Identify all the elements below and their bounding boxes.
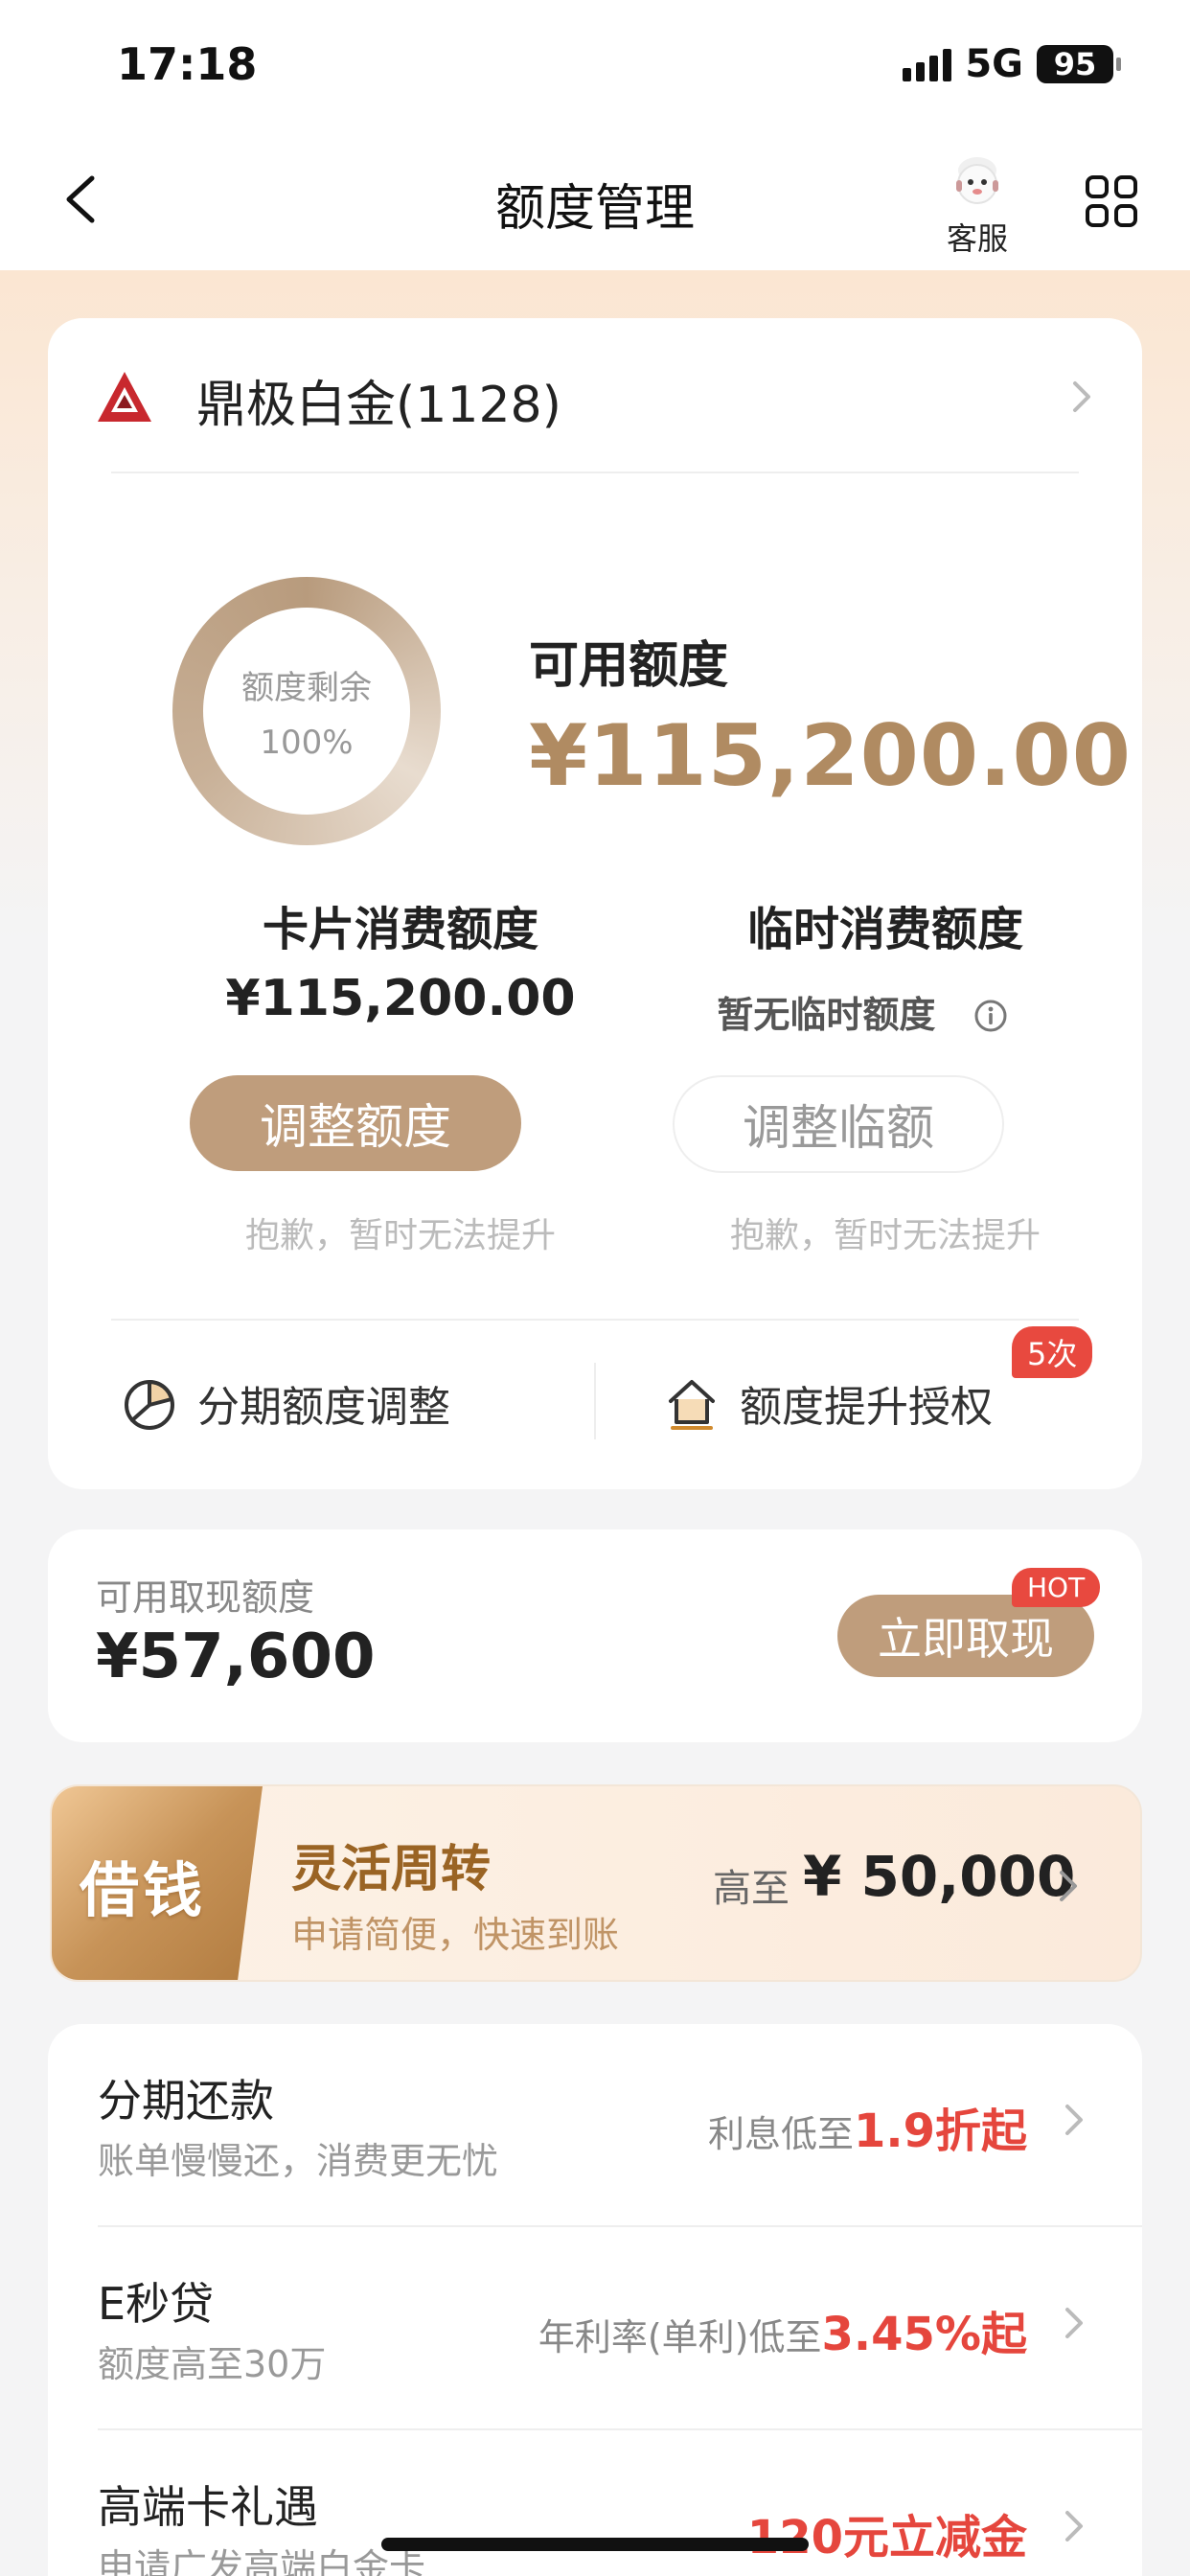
status-time: 17:18 (117, 38, 258, 90)
list-item-promo: 120元立减金 (747, 2499, 1027, 2566)
loan-banner[interactable]: 借钱 灵活周转 申请简便，快速到账 高至 ¥ 50,000 (50, 1784, 1142, 1982)
status-indicators: 5G 95 (903, 42, 1121, 86)
signal-icon (903, 47, 952, 81)
customer-service-avatar-icon (947, 151, 1008, 211)
chevron-right-icon (1065, 2511, 1083, 2542)
list-item-premium-card-benefits[interactable]: 高端卡礼遇 申请广发高端白金卡 120元立减金 (48, 2430, 1142, 2576)
navigation-bar: 额度管理 客服 (0, 134, 1190, 270)
loan-subtitle: 申请简便，快速到账 (291, 1914, 620, 1956)
chevron-right-icon (1065, 2308, 1083, 2338)
ring-percent: 100% (260, 723, 354, 762)
list-item-e-loan[interactable]: E秒贷 额度高至30万 年利率(单利)低至 3.45%起 (48, 2227, 1142, 2430)
chevron-right-icon (1065, 2104, 1083, 2135)
cash-limit-label: 可用取现额度 (96, 1576, 315, 1619)
adjust-limit-button[interactable]: 调整额度 (190, 1075, 521, 1171)
loan-title: 灵活周转 (291, 1841, 492, 1898)
installment-limit-adjust-label: 分期额度调整 (197, 1383, 450, 1432)
list-item-subtitle: 申请广发高端白金卡 (98, 2546, 426, 2576)
grid-icon (1086, 175, 1137, 227)
cash-limit-value: ¥57,600 (96, 1622, 376, 1692)
adjust-temporary-limit-button[interactable]: 调整临额 (673, 1075, 1004, 1173)
list-item-promo: 利息低至 1.9折起 (708, 2093, 1027, 2160)
list-item-subtitle: 账单慢慢还，消费更无忧 (98, 2140, 499, 2182)
status-bar: 17:18 5G 95 (0, 0, 1190, 134)
limit-authorization-link[interactable]: 额度提升授权 (663, 1372, 993, 1434)
consumption-limit-value: ¥115,200.00 (225, 970, 576, 1027)
limit-remaining-ring: 额度剩余 100% (172, 577, 441, 845)
link-separator (594, 1363, 596, 1439)
more-menu-button[interactable] (1085, 174, 1138, 228)
divider (111, 472, 1079, 473)
card-selector[interactable]: 鼎极白金(1128) (48, 318, 1142, 472)
list-item-promo: 年利率(单利)低至 3.45%起 (538, 2296, 1027, 2363)
hot-badge: HOT (1012, 1568, 1101, 1607)
card-name: 鼎极白金(1128) (196, 377, 561, 434)
list-item-highlight: 1.9折起 (853, 2104, 1027, 2158)
loan-amount: ¥ 50,000 (803, 1844, 1076, 1909)
list-item-title: 高端卡礼遇 (98, 2481, 318, 2533)
ring-label: 额度剩余 (241, 668, 372, 707)
consumption-limit-note: 抱歉，暂时无法提升 (244, 1216, 556, 1255)
list-item-highlight: 3.45%起 (821, 2308, 1027, 2361)
bank-logo-icon (98, 372, 151, 422)
list-item-hint: 利息低至 (707, 2113, 854, 2155)
available-limit-label: 可用额度 (529, 637, 729, 695)
cash-withdrawal-card: 可用取现额度 ¥57,600 立即取现 HOT (48, 1530, 1142, 1742)
credit-limit-card: 鼎极白金(1128) 额度剩余 100% 可用额度 ¥115,200.00 卡片… (48, 318, 1142, 1489)
loan-tag: 借钱 (52, 1786, 263, 1980)
home-indicator[interactable] (381, 2538, 809, 2551)
loan-tag-label: 借钱 (79, 1855, 206, 1925)
services-list: 分期还款 账单慢慢还，消费更无忧 利息低至 1.9折起 E秒贷 额度高至30万 … (48, 2024, 1142, 2576)
network-type: 5G (965, 42, 1023, 86)
chevron-right-icon (1060, 1871, 1077, 1901)
list-item-installment-repayment[interactable]: 分期还款 账单慢慢还，消费更无忧 利息低至 1.9折起 (48, 2024, 1142, 2227)
pie-chart-icon (125, 1380, 174, 1430)
customer-service-button[interactable]: 客服 (937, 151, 1018, 259)
house-up-icon (669, 1380, 715, 1430)
list-item-subtitle: 额度高至30万 (98, 2343, 327, 2385)
customer-service-label: 客服 (946, 220, 1008, 257)
loan-amount-prefix: 高至 (713, 1867, 790, 1911)
installment-limit-adjust-link[interactable]: 分期额度调整 (121, 1372, 450, 1434)
ring-center: 额度剩余 100% (203, 608, 410, 815)
list-item-title: E秒贷 (98, 2278, 215, 2330)
temporary-limit-value: 暂无临时额度 (717, 994, 936, 1036)
battery-icon: 95 (1037, 45, 1121, 83)
limit-authorization-label: 额度提升授权 (740, 1383, 993, 1432)
divider (111, 1319, 1079, 1321)
list-item-highlight: 120元立减金 (746, 2511, 1027, 2564)
temporary-limit-note: 抱歉，暂时无法提升 (729, 1216, 1041, 1255)
chevron-right-icon (1073, 381, 1090, 412)
consumption-limit-title: 卡片消费额度 (262, 903, 538, 956)
list-item-hint: 年利率(单利)低至 (538, 2316, 822, 2358)
available-limit-value: ¥115,200.00 (529, 706, 1132, 805)
temporary-limit-title: 临时消费额度 (746, 903, 1023, 956)
temporary-limit-status: 暂无临时额度 (623, 985, 1102, 1038)
list-item-title: 分期还款 (98, 2075, 274, 2127)
authorization-count-badge: 5次 (1012, 1326, 1093, 1378)
info-icon[interactable] (973, 999, 1008, 1033)
